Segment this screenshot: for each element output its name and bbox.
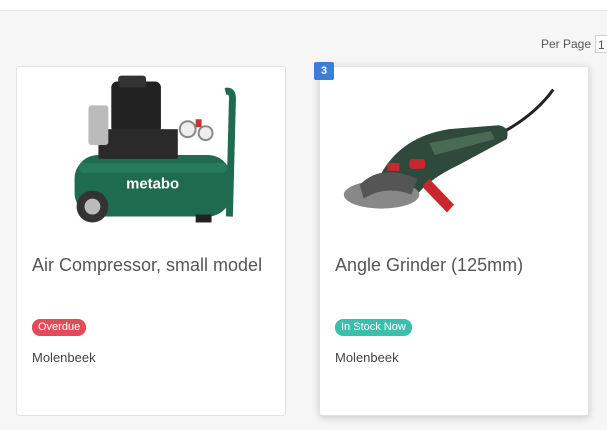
item-title[interactable]: Angle Grinder (125mm) [335, 253, 575, 277]
status-badge: Overdue [32, 319, 87, 336]
brand-text: metabo [126, 177, 179, 193]
item-location: Molenbeek [32, 350, 96, 365]
per-page-control: Per Page 1 [541, 35, 607, 53]
angle-grinder-image[interactable] [320, 67, 588, 237]
item-location: Molenbeek [335, 350, 399, 365]
status-badge: In Stock Now [335, 319, 412, 336]
item-index-badge: 3 [314, 62, 334, 80]
top-bar [0, 0, 607, 11]
item-title[interactable]: Air Compressor, small model [32, 253, 272, 277]
item-card[interactable]: Angle Grinder (125mm) In Stock Now Molen… [319, 66, 589, 416]
item-card[interactable]: metabo Air Compressor, small model Overd… [16, 66, 286, 416]
per-page-select[interactable]: 1 [595, 35, 607, 53]
air-compressor-image[interactable]: metabo [17, 67, 285, 237]
per-page-label: Per Page [540, 37, 591, 51]
